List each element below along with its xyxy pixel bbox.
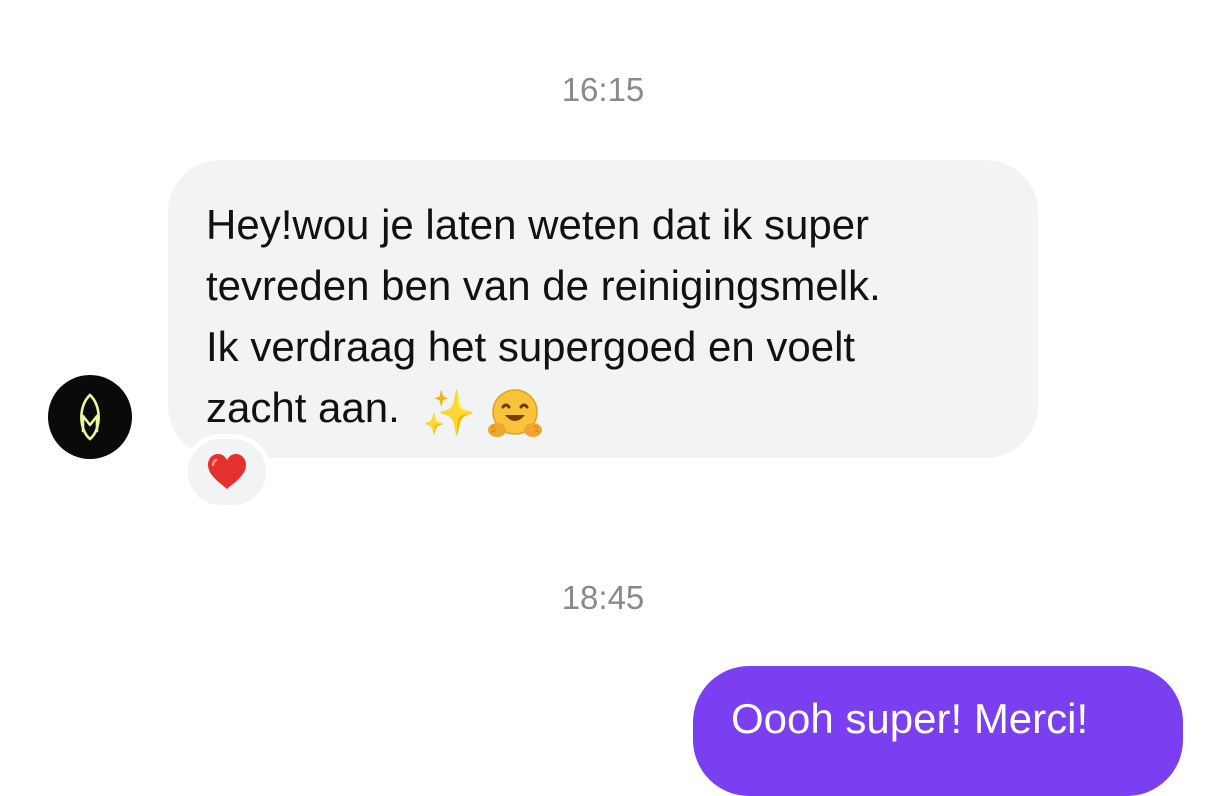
- message-emojis: ✨: [422, 386, 543, 442]
- hugging-face-emoji: [487, 386, 543, 442]
- timestamp: 16:15: [561, 71, 645, 108]
- leaf-logo-icon: [80, 393, 100, 441]
- sparkles-emoji: ✨: [421, 389, 477, 438]
- timestamp: 18:45: [561, 579, 645, 616]
- avatar[interactable]: [48, 375, 132, 459]
- outgoing-message-text: Oooh super! Merci!: [731, 695, 1089, 742]
- incoming-message-bubble[interactable]: Hey!wou je laten weten dat ik super tevr…: [168, 160, 1038, 458]
- outgoing-message-bubble[interactable]: Oooh super! Merci!: [693, 666, 1183, 796]
- incoming-message-text: Hey!wou je laten weten dat ik super tevr…: [206, 201, 881, 431]
- reaction-badge[interactable]: [183, 434, 271, 510]
- heart-emoji: [208, 454, 246, 489]
